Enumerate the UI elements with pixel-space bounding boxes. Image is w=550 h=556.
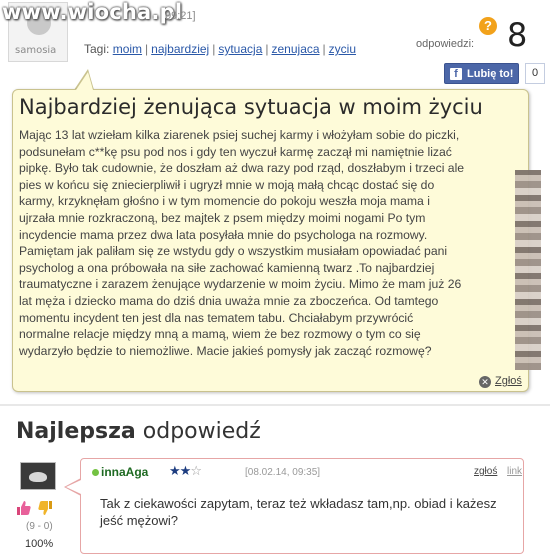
answer-body-line: jeść mężowi? (100, 513, 179, 528)
question-body-line: lat męża i dziecko mama do dziś dnia uwa… (19, 293, 439, 308)
best-answer-heading-bold: Najlepsza (16, 419, 136, 444)
question-body-line: momentu incydent ten jest dla nas temate… (19, 310, 414, 325)
section-divider (0, 404, 550, 406)
question-body-line: pies w końcu się zniecierpliwił i ugryzł… (19, 177, 435, 192)
question-title: Najbardziej żenująca sytuacja w moim życ… (19, 95, 483, 119)
answer-date: [08.02.14, 09:35] (245, 467, 321, 478)
thumb-down-icon[interactable] (38, 500, 52, 516)
tags-line: Tagi: moim | najbardziej | sytuacja | zenujaca… (84, 42, 357, 56)
bubble-tail-inner (76, 72, 93, 90)
question-body: Mając 13 lat wziełam kilka ziarenek psie… (19, 127, 525, 359)
question-date: 09:21] (165, 10, 196, 22)
question-body-line: psycholog a ona próbowała na siłe zachow… (19, 260, 435, 275)
question-body-line: incydencie mama przez dwa lata posyłała … (19, 227, 428, 242)
facebook-like-count: 0 (525, 63, 545, 84)
question-body-line: normalne relacje między mną a mamą, wiem… (19, 327, 421, 342)
vote-tally: (9 - 0) (26, 521, 53, 532)
tag-link[interactable]: zenujaca (272, 42, 320, 56)
answers-count: 8 (507, 16, 528, 54)
pixelated-image-strip (515, 170, 541, 370)
rank-stars: ★★☆ (169, 463, 202, 479)
avatar-text: samosia (15, 45, 57, 56)
question-body-line: Pamiętam jak paliłam się ze wstydu gdy o… (19, 244, 448, 259)
answer-body: Tak z ciekawości zapytam, teraz też wkła… (100, 495, 520, 529)
question-body-line: wydarzyło będzie to niemożliwe. Macie ja… (19, 343, 432, 358)
site-watermark: www.wiocha.pl (2, 0, 183, 24)
tag-link[interactable]: sytuacja (218, 42, 262, 56)
question-body-line: karmy, krzyknęłam głośno i w tym momenci… (19, 194, 430, 209)
close-circle-icon: ✕ (479, 376, 491, 388)
question-body-line: podsunełam c**kę psu pod nos i gdy ten w… (19, 144, 452, 159)
question-body-line: traumatyczne i zarazem żenujące wydarzen… (19, 277, 462, 292)
vote-percent: 100% (25, 538, 54, 550)
facebook-f-icon: f (450, 68, 462, 80)
rank-stars-filled: ★★ (169, 463, 191, 478)
question-body-line: pipkę. Było tak cudownie, że doszłam aż … (19, 161, 465, 176)
answerer-avatar[interactable] (20, 462, 56, 490)
question-body-line: Mając 13 lat wziełam kilka ziarenek psie… (19, 128, 460, 142)
answers-label: odpowiedzi: (416, 38, 475, 50)
facebook-like-label: Lubię to! (467, 68, 514, 80)
question-body-line: ujrzała mnie rozkraczoną, bez majtek z p… (19, 210, 426, 225)
thumb-up-icon[interactable] (17, 500, 31, 516)
answerer-username[interactable]: innaAga (101, 465, 148, 479)
online-status-dot (92, 469, 99, 476)
answer-permalink[interactable]: link (507, 466, 522, 477)
tag-link[interactable]: moim (113, 42, 142, 56)
answer-tail-inner (66, 480, 81, 494)
question-mark-icon: ? (479, 17, 497, 35)
best-answer-heading-regular: odpowiedź (142, 419, 261, 444)
rank-stars-empty: ☆ (190, 463, 202, 478)
tags-label: Tagi: (84, 42, 110, 56)
tag-link[interactable]: zyciu (329, 42, 356, 56)
report-label: Zgłoś (495, 375, 522, 387)
report-button[interactable]: ✕ Zgłoś (479, 375, 522, 388)
answer-body-line: Tak z ciekawości zapytam, teraz też wkła… (100, 496, 497, 511)
facebook-like-button[interactable]: f Lubię to! (444, 63, 519, 84)
tag-link[interactable]: najbardziej (151, 42, 209, 56)
best-answer-heading: Najlepsza odpowiedź (16, 419, 261, 444)
answer-report-link[interactable]: zgłoś (474, 466, 497, 477)
